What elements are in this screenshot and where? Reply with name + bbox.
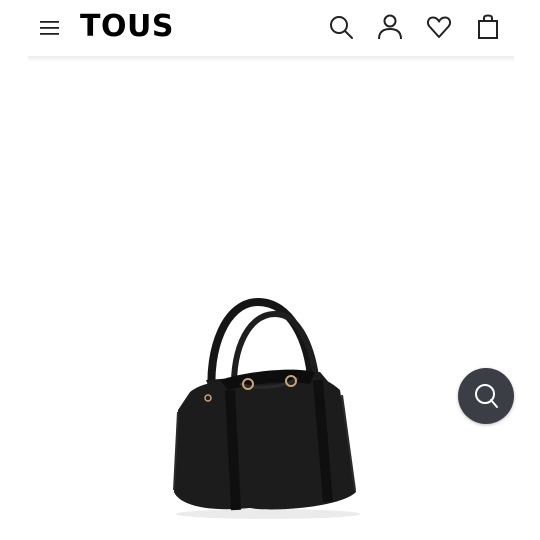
brand-logo[interactable]: TOUS [80, 8, 174, 46]
wishlist-button[interactable] [424, 12, 454, 42]
menu-button[interactable] [36, 14, 64, 42]
heart-icon [426, 16, 452, 38]
bag-button[interactable] [473, 12, 503, 42]
header-shadow [28, 56, 514, 62]
chat-search-button[interactable] [458, 368, 514, 424]
product-image[interactable] [150, 280, 390, 525]
account-icon [378, 14, 402, 40]
account-button[interactable] [375, 12, 405, 42]
menu-icon [40, 21, 59, 35]
search-icon [330, 16, 353, 39]
search-button[interactable] [326, 12, 356, 42]
bag-icon [478, 14, 498, 39]
black-handbag [173, 297, 360, 519]
site-header: TOUS [0, 0, 540, 56]
chat-search-icon [475, 384, 498, 408]
